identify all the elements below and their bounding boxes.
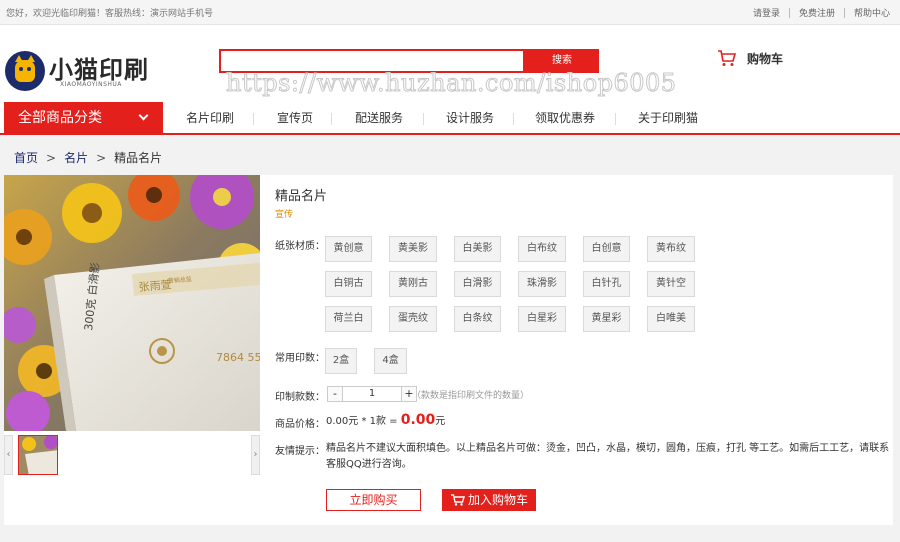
paper-option[interactable]: 白布纹 bbox=[518, 236, 566, 262]
thumbnail-strip: ‹ › bbox=[4, 433, 260, 479]
chevron-down-icon bbox=[138, 110, 149, 121]
breadcrumb-home[interactable]: 首页 bbox=[14, 151, 38, 165]
all-categories-label: 全部商品分类 bbox=[18, 110, 102, 126]
tip-text: 精品名片不建议大面积填色。以上精品名片可做：烫金，凹凸，水晶，模切，圆角，压痕，… bbox=[326, 443, 890, 470]
paper-option[interactable]: 荷兰白 bbox=[325, 306, 372, 332]
cat-shape bbox=[15, 55, 35, 82]
thumb-next-button[interactable]: › bbox=[251, 435, 260, 475]
paper-option[interactable]: 蛋壳纹 bbox=[389, 306, 437, 332]
cat-eye bbox=[27, 67, 31, 71]
search-input[interactable] bbox=[221, 51, 523, 71]
nav-item-business-cards[interactable]: 名片印刷 bbox=[186, 102, 234, 135]
tip-label: 友情提示： bbox=[275, 446, 325, 457]
unit-price: 0.00元 bbox=[326, 416, 359, 427]
paper-label: 纸张材质： bbox=[275, 241, 325, 252]
divider bbox=[331, 113, 332, 125]
divider bbox=[615, 113, 616, 125]
breadcrumb-current: 精品名片 bbox=[114, 151, 163, 165]
nav-item-design[interactable]: 设计服务 bbox=[446, 102, 494, 135]
paper-option[interactable]: 白唯美 bbox=[647, 306, 695, 332]
breadcrumb: 首页 > 名片 > 精品名片 bbox=[14, 149, 162, 166]
price-suffix: 元 bbox=[435, 416, 446, 427]
nav-item-delivery[interactable]: 配送服务 bbox=[355, 102, 403, 135]
header-cart[interactable]: 购物车 bbox=[717, 49, 783, 67]
logo-subtext: XIAOMAOYINSHUA bbox=[60, 81, 122, 88]
count-input[interactable]: 1 bbox=[343, 386, 401, 402]
cart-icon bbox=[718, 50, 737, 66]
product-title: 精品名片 bbox=[275, 189, 328, 204]
divider bbox=[788, 7, 790, 18]
product-image: 张雨萱 营销总监 7864 55 300克 白滑影 bbox=[4, 175, 260, 431]
logo-cat-icon[interactable] bbox=[5, 51, 45, 91]
quantity-option[interactable]: 2盒 bbox=[325, 348, 357, 374]
add-to-cart-label: 加入购物车 bbox=[468, 493, 529, 507]
register-link[interactable]: 免费注册 bbox=[799, 6, 835, 19]
thumb-prev-button[interactable]: ‹ bbox=[4, 435, 13, 475]
paper-option[interactable]: 珠滑影 bbox=[518, 271, 566, 297]
divider bbox=[253, 113, 254, 125]
quantity-label: 常用印数： bbox=[275, 353, 325, 364]
count-hint: （款数是指印刷文件的数量） bbox=[412, 391, 530, 401]
breadcrumb-sep: > bbox=[46, 151, 57, 165]
divider bbox=[513, 113, 514, 125]
nav-item-about[interactable]: 关于印刷猫 bbox=[638, 102, 698, 135]
paper-option[interactable]: 黄创意 bbox=[325, 236, 372, 262]
help-link[interactable]: 帮助中心 bbox=[854, 6, 890, 19]
product-subtitle: 宣传 bbox=[275, 210, 294, 220]
product-panel: 张雨萱 营销总监 7864 55 300克 白滑影 ‹ › 精品名片 宣传 纸张… bbox=[4, 175, 893, 525]
divider bbox=[423, 113, 424, 125]
quantity-option[interactable]: 4盒 bbox=[374, 348, 407, 374]
main-nav: 全部商品分类 名片印刷 宣传页 配送服务 设计服务 领取优惠券 关于印刷猫 bbox=[0, 102, 900, 135]
cart-icon bbox=[451, 494, 465, 506]
product-info: 精品名片 宣传 纸张材质： 黄创意 黄美影 白美影 白布纹 白创意 黄布纹 白铜… bbox=[274, 175, 889, 525]
count-minus-button[interactable]: - bbox=[327, 386, 343, 402]
paper-option[interactable]: 白星彩 bbox=[518, 306, 566, 332]
top-links: 请登录 免费注册 帮助中心 bbox=[753, 6, 890, 19]
breadcrumb-category[interactable]: 名片 bbox=[64, 151, 88, 165]
paper-option[interactable]: 白针孔 bbox=[583, 271, 630, 297]
paper-option[interactable]: 白创意 bbox=[583, 236, 630, 262]
count-stepper: - 1 + bbox=[327, 386, 417, 402]
thumbnail-item[interactable] bbox=[18, 435, 58, 475]
login-link[interactable]: 请登录 bbox=[753, 6, 780, 19]
logo-text[interactable]: 小猫印刷 bbox=[49, 50, 149, 85]
price-display: 0.00元 * 1款 = 0.00元 bbox=[326, 412, 445, 428]
add-to-cart-button[interactable]: 加入购物车 bbox=[442, 489, 536, 511]
paper-option[interactable]: 白铜古 bbox=[325, 271, 372, 297]
paper-option[interactable]: 黄针空 bbox=[647, 271, 695, 297]
cart-label: 购物车 bbox=[747, 51, 784, 66]
paper-option[interactable]: 黄美影 bbox=[389, 236, 437, 262]
header: 小猫印刷 XIAOMAOYINSHUA 搜索 https://www.huzha… bbox=[0, 25, 900, 102]
cat-eye bbox=[19, 67, 23, 71]
all-categories-button[interactable]: 全部商品分类 bbox=[4, 102, 163, 135]
top-bar: 您好，欢迎光临印刷猫！客服热线：演示网站手机号 请登录 免费注册 帮助中心 bbox=[0, 0, 900, 25]
paper-option[interactable]: 白美影 bbox=[454, 236, 501, 262]
paper-option[interactable]: 黄刚古 bbox=[389, 271, 437, 297]
count-label: 印制款数： bbox=[275, 392, 325, 403]
buy-now-button[interactable]: 立即购买 bbox=[326, 489, 421, 511]
breadcrumb-sep: > bbox=[96, 151, 107, 165]
thumbnail-image bbox=[19, 436, 57, 474]
nav-item-flyers[interactable]: 宣传页 bbox=[277, 102, 313, 135]
divider bbox=[843, 7, 845, 18]
price-label: 商品价格： bbox=[275, 419, 325, 430]
total-price: 0.00 bbox=[400, 412, 436, 428]
price-multiplier: * 1款 = bbox=[358, 416, 401, 427]
card-tel: 7864 55 bbox=[216, 351, 260, 364]
product-photo-illustration: 张雨萱 营销总监 7864 55 300克 白滑影 bbox=[4, 175, 260, 431]
paper-option[interactable]: 黄布纹 bbox=[647, 236, 695, 262]
nav-item-coupons[interactable]: 领取优惠券 bbox=[535, 102, 595, 135]
paper-option[interactable]: 白滑影 bbox=[454, 271, 501, 297]
paper-option[interactable]: 黄星彩 bbox=[583, 306, 630, 332]
watermark-text: https://www.huzhan.com/ishop6005 bbox=[226, 69, 677, 98]
paper-option[interactable]: 白条纹 bbox=[454, 306, 501, 332]
welcome-text: 您好，欢迎光临印刷猫！客服热线：演示网站手机号 bbox=[6, 9, 214, 19]
